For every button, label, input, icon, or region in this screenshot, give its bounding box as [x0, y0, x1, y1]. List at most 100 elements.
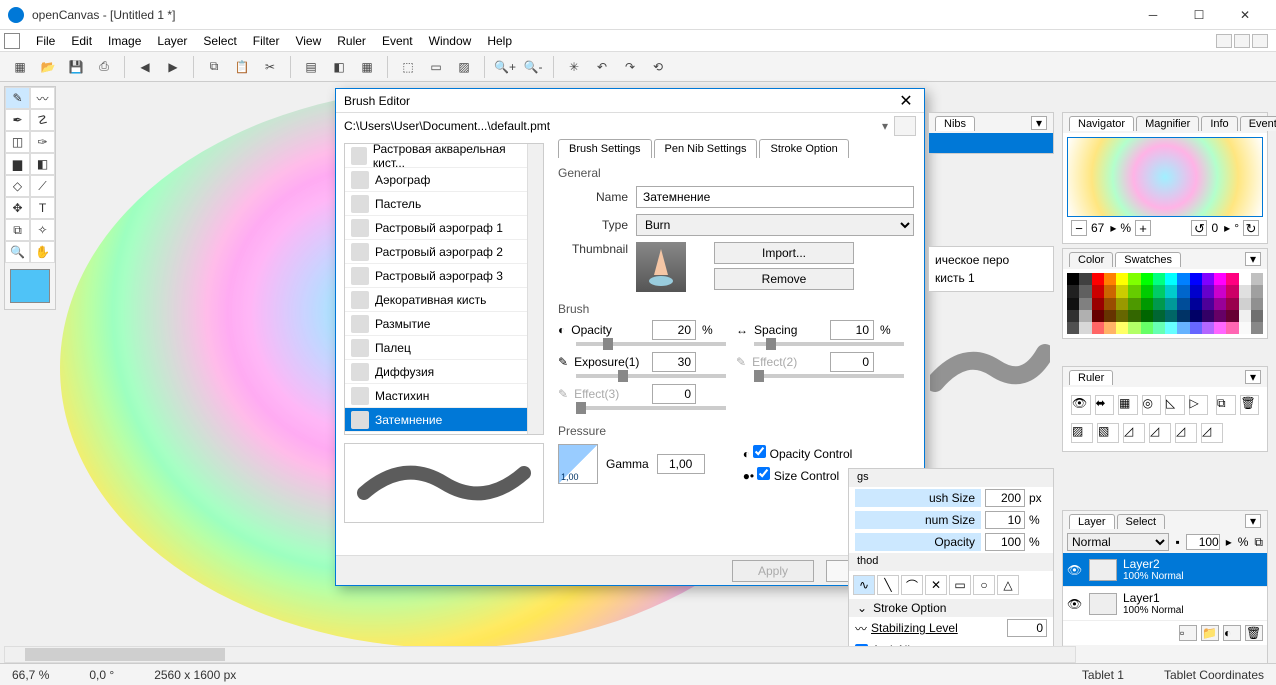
tab-layer[interactable]: Layer	[1069, 514, 1115, 529]
ruler-hatch1-icon[interactable]: ▨	[1071, 423, 1093, 443]
color-swatch[interactable]	[1202, 285, 1214, 297]
color-swatch[interactable]	[1128, 285, 1140, 297]
stroke-option-chevron-icon[interactable]: ⌄	[857, 601, 867, 615]
ruler-dup-icon[interactable]: ⧉	[1216, 395, 1236, 415]
maximize-button[interactable]: ☐	[1176, 0, 1222, 30]
marquee-dashed-icon[interactable]: ⬚	[396, 55, 420, 79]
next-icon[interactable]: ▶	[161, 55, 185, 79]
color-swatch[interactable]	[1165, 310, 1177, 322]
color-swatch[interactable]	[1202, 298, 1214, 310]
color-swatch[interactable]	[1239, 310, 1251, 322]
layer-new-icon[interactable]: ▫	[1179, 625, 1197, 641]
color-swatch[interactable]	[1202, 310, 1214, 322]
menu-ruler[interactable]: Ruler	[329, 32, 374, 50]
stroke-mode-wave-icon[interactable]: ∿	[853, 575, 875, 595]
canvas-h-scrollbar[interactable]	[4, 646, 1076, 663]
color-swatch[interactable]	[1067, 285, 1079, 297]
remove-button[interactable]: Remove	[714, 268, 854, 290]
opacity-control-checkbox[interactable]	[753, 445, 766, 458]
import-button[interactable]: Import...	[714, 242, 854, 264]
dialog-close-icon[interactable]: ✕	[896, 91, 916, 111]
color-swatch[interactable]	[1214, 322, 1226, 334]
color-swatch[interactable]	[1128, 273, 1140, 285]
close-button[interactable]: ✕	[1222, 0, 1268, 30]
minimize-button[interactable]: ─	[1130, 0, 1176, 30]
cut-icon[interactable]: ✂	[258, 55, 282, 79]
ruler-move-icon[interactable]: ⬌	[1095, 395, 1115, 415]
color-swatch[interactable]	[1116, 322, 1128, 334]
panel-opacity-input[interactable]	[985, 533, 1025, 551]
color-swatch[interactable]	[1128, 298, 1140, 310]
color-swatch[interactable]	[1104, 273, 1116, 285]
color-swatch[interactable]	[1092, 322, 1104, 334]
brush-list-item[interactable]: Мастихин	[345, 384, 527, 408]
brush-type-select[interactable]: Burn	[636, 214, 914, 236]
color-swatch[interactable]	[1177, 298, 1189, 310]
menu-help[interactable]: Help	[479, 32, 520, 50]
layer-lock-icon[interactable]: ▪	[1175, 535, 1179, 549]
color-swatch[interactable]	[1165, 322, 1177, 334]
brush-list-item[interactable]: Растровый аэрограф 3	[345, 264, 527, 288]
brush-list-item[interactable]: Растровый аэрограф 2	[345, 240, 527, 264]
color-swatch[interactable]	[1165, 298, 1177, 310]
exposure-input[interactable]	[652, 352, 696, 372]
tab-pen-nib[interactable]: Pen Nib Settings	[654, 139, 758, 158]
copy-icon[interactable]: ⧉	[202, 55, 226, 79]
color-swatch[interactable]	[1190, 298, 1202, 310]
color-swatch[interactable]	[1239, 273, 1251, 285]
color-swatch[interactable]	[1190, 273, 1202, 285]
color-swatch[interactable]	[1177, 273, 1189, 285]
save-icon[interactable]: 💾	[64, 55, 88, 79]
color-swatch[interactable]	[1251, 285, 1263, 297]
color-swatch[interactable]	[1251, 298, 1263, 310]
color-swatch[interactable]	[1153, 273, 1165, 285]
hand-tool-icon[interactable]: ✋	[30, 241, 55, 263]
tab-stroke-option[interactable]: Stroke Option	[759, 139, 848, 158]
wand-tool-icon[interactable]: ✧	[30, 219, 55, 241]
color-swatch[interactable]	[1092, 310, 1104, 322]
spacing-input[interactable]	[830, 320, 874, 340]
nav-zoom-in-icon[interactable]: +	[1135, 220, 1151, 236]
nibs-dropdown-icon[interactable]: ▾	[1031, 116, 1047, 130]
color-swatch[interactable]	[1202, 322, 1214, 334]
smudge-tool-icon[interactable]: ☡	[30, 109, 55, 131]
color-swatch[interactable]	[1067, 310, 1079, 322]
layers-icon[interactable]: ▤	[299, 55, 323, 79]
color-swatch[interactable]	[1214, 310, 1226, 322]
saveas-icon[interactable]: ⎙	[92, 55, 116, 79]
color-swatch[interactable]	[1190, 285, 1202, 297]
color-swatch[interactable]	[1165, 285, 1177, 297]
menu-filter[interactable]: Filter	[245, 32, 288, 50]
min-size-input[interactable]	[985, 511, 1025, 529]
color-swatch[interactable]	[1226, 322, 1238, 334]
color-swatch[interactable]	[1177, 285, 1189, 297]
tab-event[interactable]: Event	[1240, 116, 1276, 131]
zoom-out-icon[interactable]: 🔍-	[521, 55, 545, 79]
swatch-grid[interactable]	[1067, 273, 1263, 334]
gamma-input[interactable]	[657, 454, 705, 474]
color-swatch[interactable]	[1226, 285, 1238, 297]
ruler-p4-icon[interactable]: ◿	[1201, 423, 1223, 443]
ruler-eye-icon[interactable]: 👁	[1071, 395, 1091, 415]
color-swatch[interactable]	[1190, 310, 1202, 322]
ruler-p3-icon[interactable]: ◿	[1175, 423, 1197, 443]
nibs-tab[interactable]: Nibs	[935, 116, 975, 131]
color-swatch[interactable]	[1104, 285, 1116, 297]
text-tool-icon[interactable]: T	[30, 197, 55, 219]
color-dropdown-icon[interactable]: ▾	[1245, 252, 1261, 266]
mdi-minimize-icon[interactable]	[1216, 34, 1232, 48]
color-swatch[interactable]	[1239, 298, 1251, 310]
color-swatch[interactable]	[1251, 310, 1263, 322]
refresh-icon[interactable]: ⟲	[646, 55, 670, 79]
brush-list-item[interactable]: Аэрограф	[345, 168, 527, 192]
ruler-circle-icon[interactable]: ◎	[1142, 395, 1162, 415]
menu-layer[interactable]: Layer	[149, 32, 195, 50]
color-swatch[interactable]	[1214, 273, 1226, 285]
tab-swatches[interactable]: Swatches	[1115, 252, 1181, 267]
brush-list-item[interactable]: Диффузия	[345, 360, 527, 384]
tab-brush-settings[interactable]: Brush Settings	[558, 139, 652, 158]
nav-rotate-cw-icon[interactable]: ↻	[1243, 220, 1259, 236]
ruler-tri-icon[interactable]: ◺	[1165, 395, 1185, 415]
undo-icon[interactable]: ↶	[590, 55, 614, 79]
color-swatch[interactable]	[1104, 298, 1116, 310]
